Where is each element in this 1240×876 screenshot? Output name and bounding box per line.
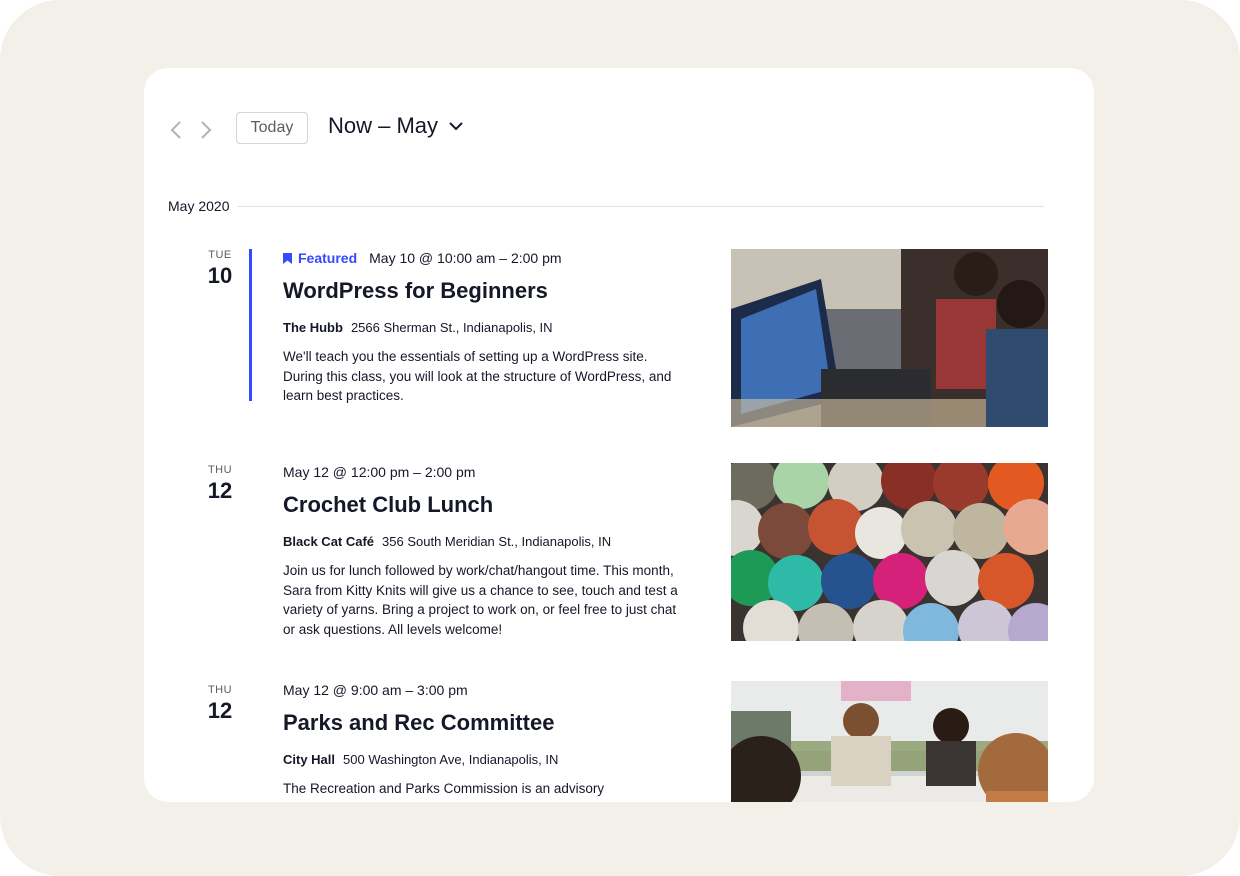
bookmark-icon (283, 252, 292, 264)
venue-name: Black Cat Café (283, 534, 375, 549)
event-day-number: 12 (207, 478, 233, 503)
event-title-link[interactable]: WordPress for Beginners (283, 278, 683, 304)
event-datetime: May 12 @ 12:00 pm – 2:00 pm (283, 464, 476, 480)
events-card: Today Now – May May 2020 TUE 10 Featured… (144, 68, 1094, 802)
event-venue: Black Cat Café 356 South Meridian St., In… (283, 534, 683, 549)
event-weekday: TUE (208, 249, 232, 261)
event-meta: May 12 @ 12:00 pm – 2:00 pm (283, 464, 683, 480)
date-range-selector[interactable]: Now – May (328, 113, 464, 139)
venue-address: 500 Washington Ave, Indianapolis, IN (343, 752, 559, 767)
event-title-link[interactable]: Crochet Club Lunch (283, 492, 683, 518)
event-details: Featured May 10 @ 10:00 am – 2:00 pm Wor… (283, 250, 683, 406)
venue-name: City Hall (283, 752, 336, 767)
date-range-label: Now – May (328, 113, 439, 138)
event-date: THU 12 (180, 684, 260, 724)
event-meta: Featured May 10 @ 10:00 am – 2:00 pm (283, 250, 683, 266)
event-meta: May 12 @ 9:00 am – 3:00 pm (283, 682, 683, 698)
event-image-link[interactable] (731, 463, 1048, 641)
event-day-number: 10 (207, 263, 233, 288)
event-description: Join us for lunch followed by work/chat/… (283, 563, 678, 637)
event-datetime: May 12 @ 9:00 am – 3:00 pm (283, 682, 468, 698)
event-details: May 12 @ 9:00 am – 3:00 pm Parks and Rec… (283, 682, 683, 802)
prev-button[interactable] (166, 118, 186, 142)
event-date: TUE 10 (180, 249, 260, 289)
venue-name: The Hubb (283, 320, 343, 335)
month-separator: May 2020 (168, 196, 1044, 216)
event-details: May 12 @ 12:00 pm – 2:00 pm Crochet Club… (283, 464, 683, 639)
venue-address: 2566 Sherman St., Indianapolis, IN (350, 320, 553, 335)
event-photo-yarn (731, 463, 1048, 641)
next-button[interactable] (196, 118, 216, 142)
event-image-link[interactable] (731, 681, 1048, 802)
chevron-down-icon (449, 122, 463, 131)
today-button[interactable]: Today (236, 112, 308, 144)
venue-address: 356 South Meridian St., Indianapolis, IN (382, 534, 612, 549)
month-divider (237, 205, 1044, 207)
chevron-left-icon (170, 121, 181, 139)
event-weekday: THU (207, 684, 233, 696)
event-description: We'll teach you the essentials of settin… (283, 349, 672, 403)
event-venue: The Hubb 2566 Sherman St., Indianapolis, … (283, 320, 683, 335)
event-image-link[interactable] (731, 249, 1048, 427)
featured-label: Featured (298, 250, 358, 266)
month-label: May 2020 (168, 198, 230, 214)
event-venue: City Hall 500 Washington Ave, Indianapoli… (283, 752, 683, 767)
event-date: THU 12 (180, 464, 260, 504)
event-photo-meeting (731, 681, 1048, 802)
featured-badge: Featured (283, 250, 357, 266)
event-datetime: May 10 @ 10:00 am – 2:00 pm (369, 250, 562, 266)
chevron-right-icon (201, 121, 212, 139)
event-photo-coding (731, 249, 1048, 427)
background-frame: Today Now – May May 2020 TUE 10 Featured… (0, 0, 1240, 876)
event-description: The Recreation and Parks Commission is a… (283, 781, 650, 802)
event-day-number: 12 (207, 698, 233, 723)
event-title-link[interactable]: Parks and Rec Committee (283, 710, 683, 736)
event-weekday: THU (207, 464, 233, 476)
